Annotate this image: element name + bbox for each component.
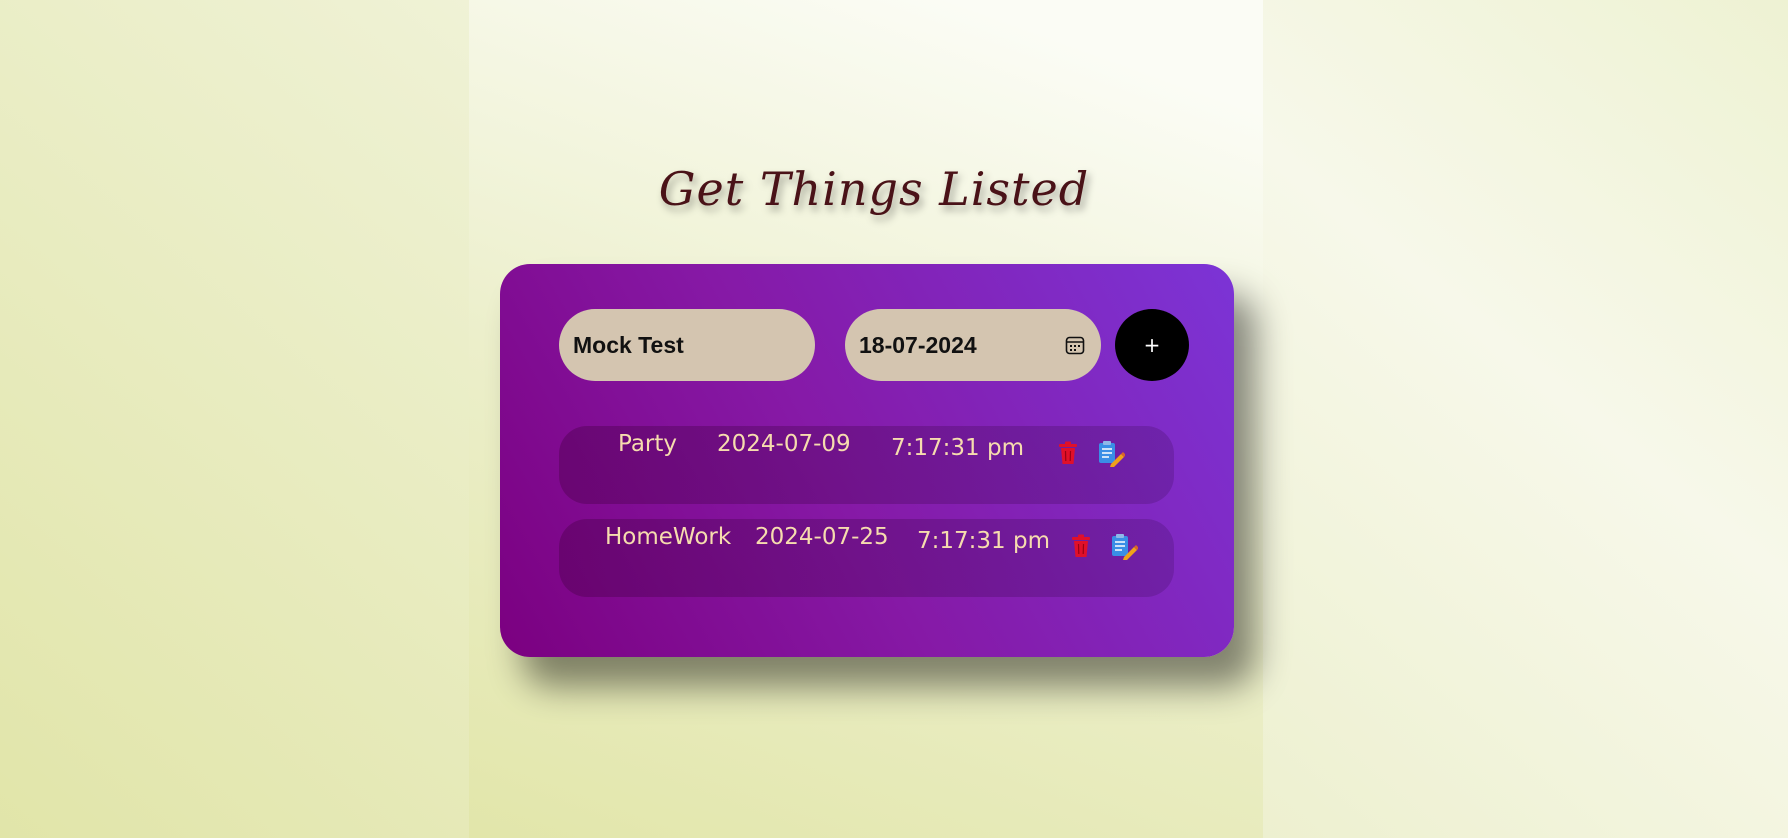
delete-button[interactable] xyxy=(1058,441,1078,465)
todo-row: Party 2024-07-09 7:17:31 pm xyxy=(559,426,1174,504)
edit-button[interactable] xyxy=(1110,533,1138,561)
todo-card: Mock Test 18-07-2024 + Party 2024-07-09 … xyxy=(500,264,1234,657)
todo-time: 7:17:31 pm xyxy=(917,528,1050,554)
task-input-value: Mock Test xyxy=(573,331,684,358)
todo-time: 7:17:31 pm xyxy=(891,435,1024,461)
date-input[interactable]: 18-07-2024 xyxy=(845,309,1101,381)
date-input-value: 18-07-2024 xyxy=(859,331,977,358)
todo-name: Party xyxy=(618,431,678,457)
task-input[interactable]: Mock Test xyxy=(559,309,815,381)
delete-button[interactable] xyxy=(1071,534,1091,558)
page-title: Get Things Listed xyxy=(658,162,1090,216)
todo-date: 2024-07-09 xyxy=(717,431,851,457)
edit-button[interactable] xyxy=(1097,440,1125,468)
todo-row: HomeWork 2024-07-25 7:17:31 pm xyxy=(559,519,1174,597)
calendar-icon[interactable] xyxy=(1065,335,1085,355)
todo-date: 2024-07-25 xyxy=(755,524,889,550)
todo-name: HomeWork xyxy=(605,524,732,550)
add-button[interactable]: + xyxy=(1115,309,1189,381)
